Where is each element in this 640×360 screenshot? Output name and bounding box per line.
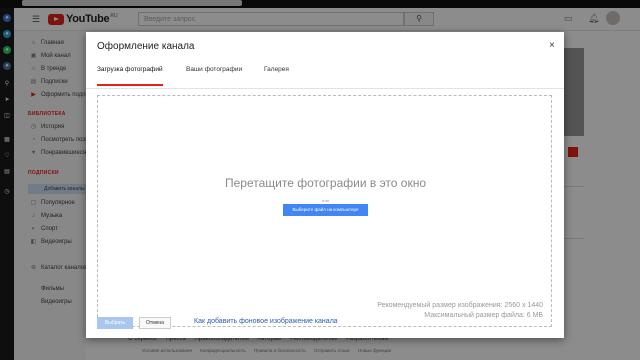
close-icon[interactable]: × — [549, 40, 555, 51]
choose-button[interactable]: Выбрать — [97, 317, 133, 329]
cancel-button[interactable]: Отмена — [139, 317, 171, 329]
background-help-link[interactable]: Как добавить фоновое изображение канала — [194, 318, 338, 325]
dialog-title: Оформление канала — [97, 41, 195, 52]
channel-art-dialog: Оформление канала × Загрузка фотографий … — [86, 32, 564, 338]
tab-your-photos[interactable]: Ваши фотографии — [186, 66, 242, 86]
photo-drop-zone[interactable]: Перетащите фотографии в это окно или Выб… — [97, 95, 552, 327]
recommended-size-text: Рекомендуемый размер изображения: 2560 x… — [377, 302, 543, 309]
dialog-footer: Выбрать Отмена Как добавить фоновое изоб… — [86, 315, 564, 338]
drop-zone-text: Перетащите фотографии в это окно — [224, 176, 427, 190]
tab-gallery[interactable]: Галерея — [264, 66, 289, 86]
drop-zone-or: или — [322, 198, 329, 203]
select-file-button[interactable]: Выберите файл на компьютере — [283, 204, 368, 216]
tab-upload-photos[interactable]: Загрузка фотографий — [97, 66, 163, 86]
dialog-tabs: Загрузка фотографий Ваши фотографии Гале… — [86, 66, 564, 89]
